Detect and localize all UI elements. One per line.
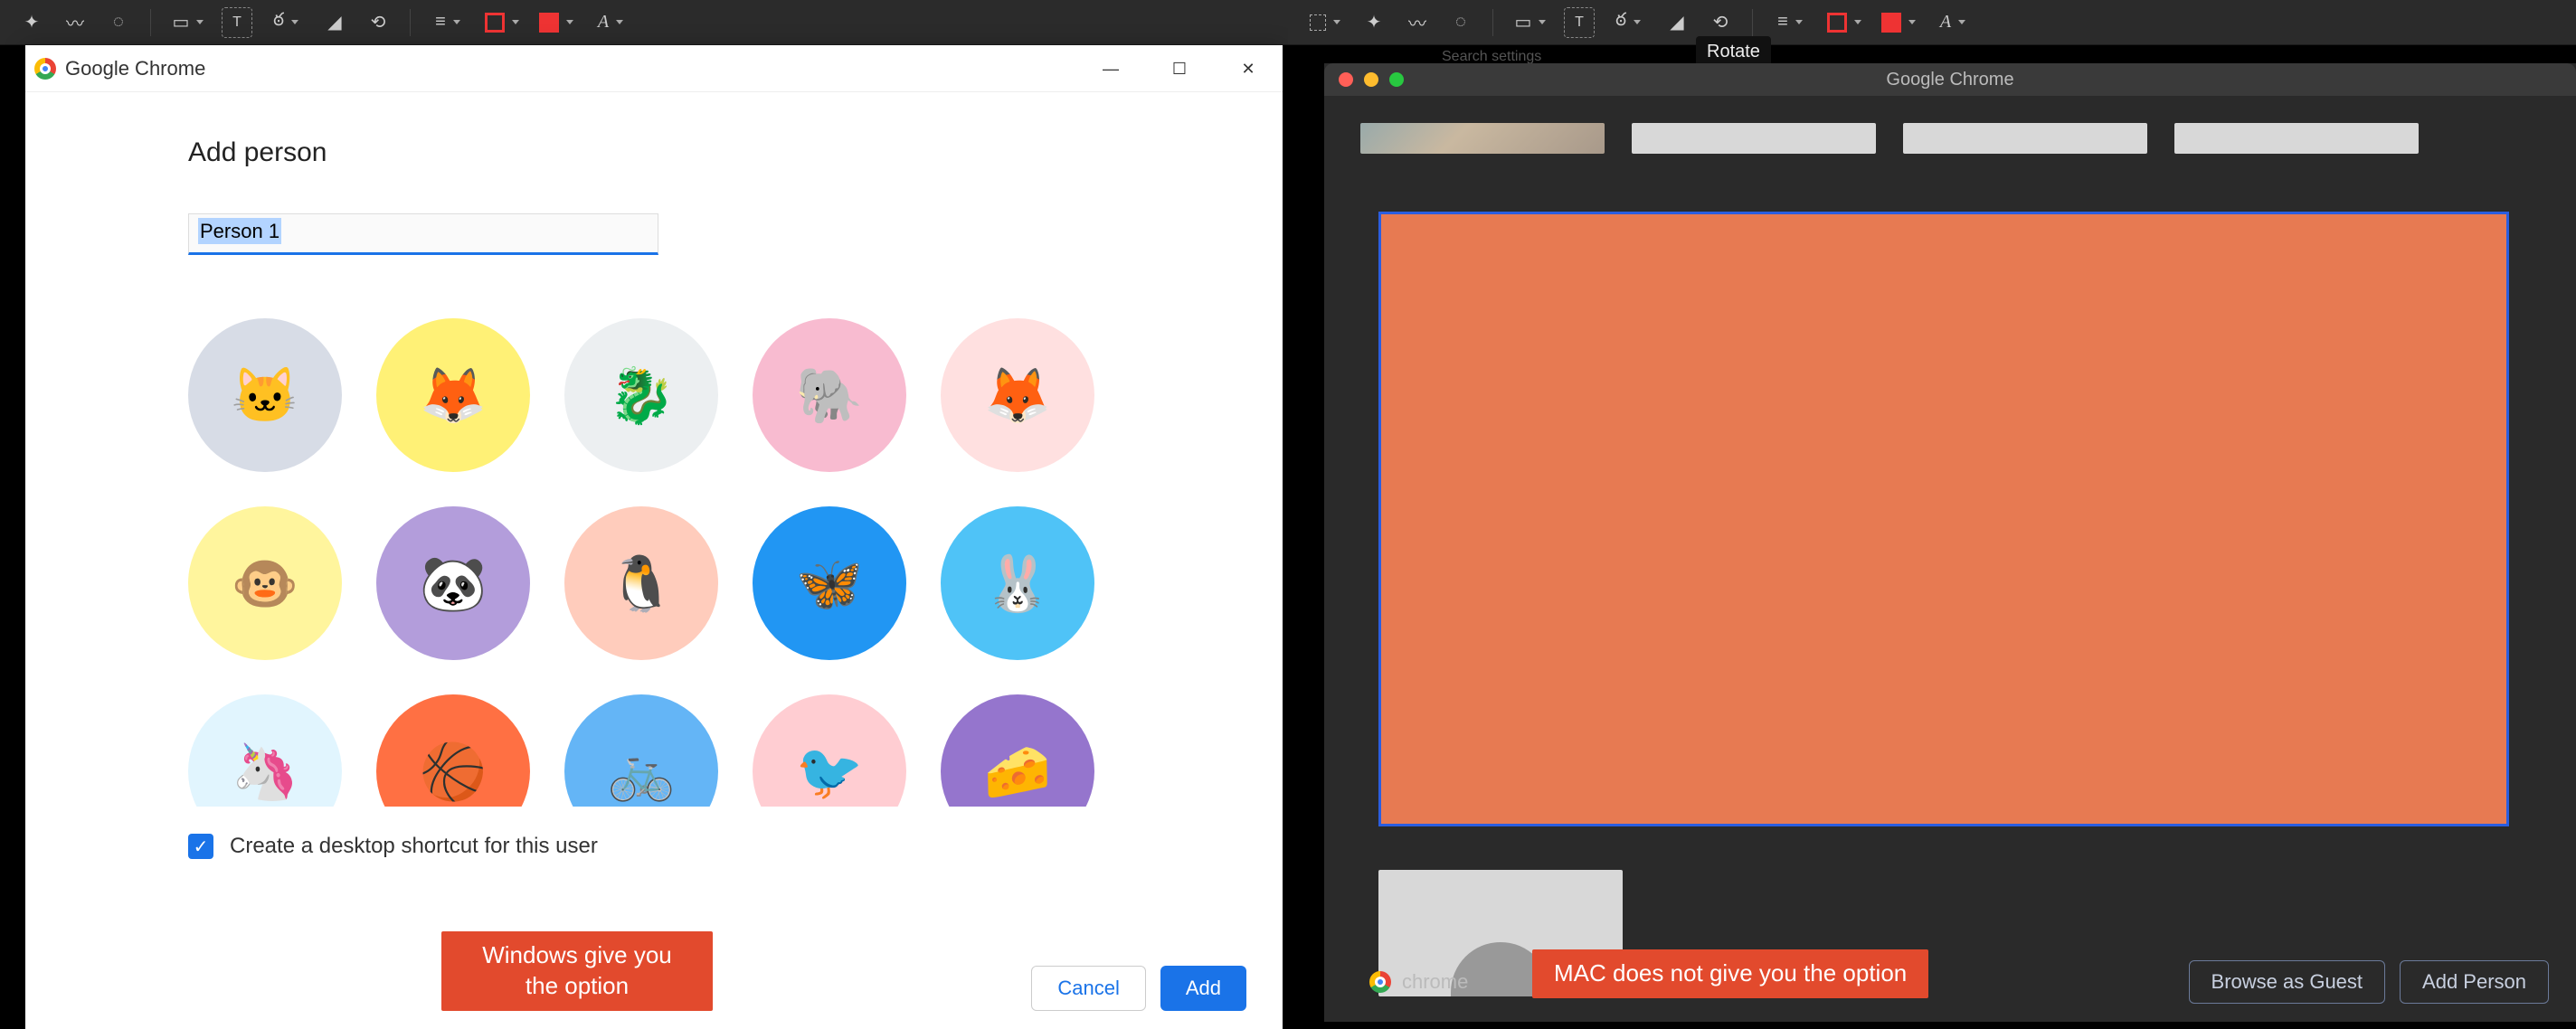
avatar-elephant-pink[interactable]: 🐘 <box>753 318 906 472</box>
browse-as-guest-button[interactable]: Browse as Guest <box>2189 960 2386 1004</box>
checkbox-label: Create a desktop shortcut for this user <box>230 834 598 859</box>
shape-tool-icon[interactable]: ▭ <box>167 7 209 38</box>
annotation-windows: Windows give you the option <box>441 931 713 1011</box>
mac-window-title: Google Chrome <box>1324 70 2576 90</box>
font-tool-icon[interactable]: A <box>1932 7 1974 38</box>
right-pane: ✦ 〰 ◌ ▭ T ఠ ◢ ⟲ Rotate ≡ A Search settin… <box>1288 0 2576 1029</box>
chrome-profiles-window-mac: Google Chrome MAC does not give you the … <box>1324 63 2576 1022</box>
chrome-add-person-dialog-windows: Google Chrome — ☐ ✕ Add person Person 1 … <box>25 45 1283 1029</box>
person-name-input[interactable]: Person 1 <box>188 213 658 255</box>
avatar-dragon-grey[interactable]: 🐉 <box>564 318 718 472</box>
rotate-tool-icon[interactable]: ⟲ Rotate <box>1705 7 1736 38</box>
profile-card[interactable] <box>1903 123 2147 154</box>
toolbar-separator <box>1492 9 1493 36</box>
toolbar-separator <box>410 9 411 36</box>
rotate-tool-icon[interactable]: ⟲ <box>363 7 393 38</box>
fill-color-swatch[interactable] <box>535 7 577 38</box>
outline-color-swatch[interactable] <box>1823 7 1865 38</box>
toolbar-separator <box>1752 9 1753 36</box>
chrome-brand-label: chrome <box>1402 970 1468 994</box>
font-tool-icon[interactable]: A <box>590 7 631 38</box>
maximize-button[interactable]: ☐ <box>1145 45 1214 92</box>
add-person-button[interactable]: Add Person <box>2400 960 2549 1004</box>
left-pane: ✦ 〰 ◌ ▭ T ఠ ◢ ⟲ ≡ A Google Chrome — ☐ ✕ … <box>0 0 1288 1029</box>
avatar-bicycle[interactable]: 🚲 <box>564 694 718 807</box>
outline-color-swatch[interactable] <box>481 7 523 38</box>
avatar-penguin-peach[interactable]: 🐧 <box>564 506 718 660</box>
signature-tool-icon[interactable]: ఠ <box>1607 7 1649 38</box>
avatar-fox-pink[interactable]: 🦊 <box>941 318 1094 472</box>
sparkle-tool-icon[interactable]: ✦ <box>16 7 47 38</box>
mac-titlebar: Google Chrome <box>1324 63 2576 96</box>
shape-tool-icon[interactable]: ▭ <box>1510 7 1551 38</box>
desktop-shortcut-checkbox-row: ✓ Create a desktop shortcut for this use… <box>188 834 1138 859</box>
desktop-shortcut-checkbox[interactable]: ✓ <box>188 834 213 859</box>
chrome-logo-icon <box>1369 971 1391 993</box>
minimize-button[interactable]: — <box>1076 45 1145 92</box>
sparkle-tool-icon[interactable]: ✦ <box>1359 7 1389 38</box>
avatar-monkey-yellow[interactable]: 🐵 <box>188 506 342 660</box>
dialog-content: Add person Person 1 🐱🦊🐉🐘🦊🐵🐼🐧🦋🐰🦄🏀🚲🐦🧀 ✓ Cr… <box>25 92 1283 1029</box>
eraser-tool-icon[interactable]: ◌ <box>103 7 134 38</box>
avatar-panda-purple[interactable]: 🐼 <box>376 506 530 660</box>
avatar-rabbit-cyan[interactable]: 🐰 <box>941 506 1094 660</box>
brush-tool-icon[interactable]: 〰 <box>60 7 90 38</box>
text-tool-icon[interactable]: T <box>1564 7 1595 38</box>
mask-tool-icon[interactable]: ◢ <box>1662 7 1692 38</box>
profile-card[interactable] <box>1632 123 1876 154</box>
signature-tool-icon[interactable]: ఠ <box>265 7 307 38</box>
toolbar-separator <box>150 9 151 36</box>
brush-tool-icon[interactable]: 〰 <box>1402 7 1433 38</box>
lines-tool-icon[interactable]: ≡ <box>1769 7 1811 38</box>
avatar-unicorn-blue[interactable]: 🦄 <box>188 694 342 807</box>
text-tool-icon[interactable]: T <box>222 7 252 38</box>
avatar-cat-grey[interactable]: 🐱 <box>188 318 342 472</box>
input-selected-text: Person 1 <box>198 218 281 244</box>
profile-card[interactable] <box>2174 123 2419 154</box>
windows-titlebar: Google Chrome — ☐ ✕ <box>25 45 1283 92</box>
lines-tool-icon[interactable]: ≡ <box>427 7 469 38</box>
profile-card[interactable] <box>1360 123 1605 154</box>
avatar-bird-pink[interactable]: 🐦 <box>753 694 906 807</box>
mask-tool-icon[interactable]: ◢ <box>319 7 350 38</box>
avatar-butterfly-blue[interactable]: 🦋 <box>753 506 906 660</box>
eraser-tool-icon[interactable]: ◌ <box>1445 7 1476 38</box>
dialog-footer: Cancel Add <box>1031 966 1246 1011</box>
mac-content: MAC does not give you the option chrome … <box>1324 96 2576 1022</box>
fill-color-swatch[interactable] <box>1878 7 1919 38</box>
profile-thumb-row-top <box>1360 123 2540 154</box>
window-title: Google Chrome <box>65 57 205 80</box>
chrome-logo-icon <box>34 58 56 80</box>
avatar-basketball[interactable]: 🏀 <box>376 694 530 807</box>
add-button[interactable]: Add <box>1160 966 1246 1011</box>
select-tool-icon[interactable] <box>1304 7 1346 38</box>
avatar-grid: 🐱🦊🐉🐘🦊🐵🐼🐧🦋🐰🦄🏀🚲🐦🧀 <box>188 318 1147 807</box>
cancel-button[interactable]: Cancel <box>1031 966 1145 1011</box>
close-button[interactable]: ✕ <box>1214 45 1283 92</box>
avatar-picker-scrollarea: 🐱🦊🐉🐘🦊🐵🐼🐧🦋🐰🦄🏀🚲🐦🧀 <box>188 318 1147 807</box>
avatar-cheese-purple[interactable]: 🧀 <box>941 694 1094 807</box>
editor-toolbar-left: ✦ 〰 ◌ ▭ T ఠ ◢ ⟲ ≡ A <box>0 0 1288 45</box>
dialog-heading: Add person <box>188 137 1138 168</box>
annotation-rectangle-selected[interactable] <box>1378 212 2509 826</box>
avatar-fox-yellow[interactable]: 🦊 <box>376 318 530 472</box>
editor-toolbar-right: ✦ 〰 ◌ ▭ T ఠ ◢ ⟲ Rotate ≡ A Search settin… <box>1288 0 2576 45</box>
mac-footer: chrome Browse as Guest Add Person <box>1369 955 2549 1009</box>
chrome-brand-footer: chrome <box>1369 970 1468 994</box>
